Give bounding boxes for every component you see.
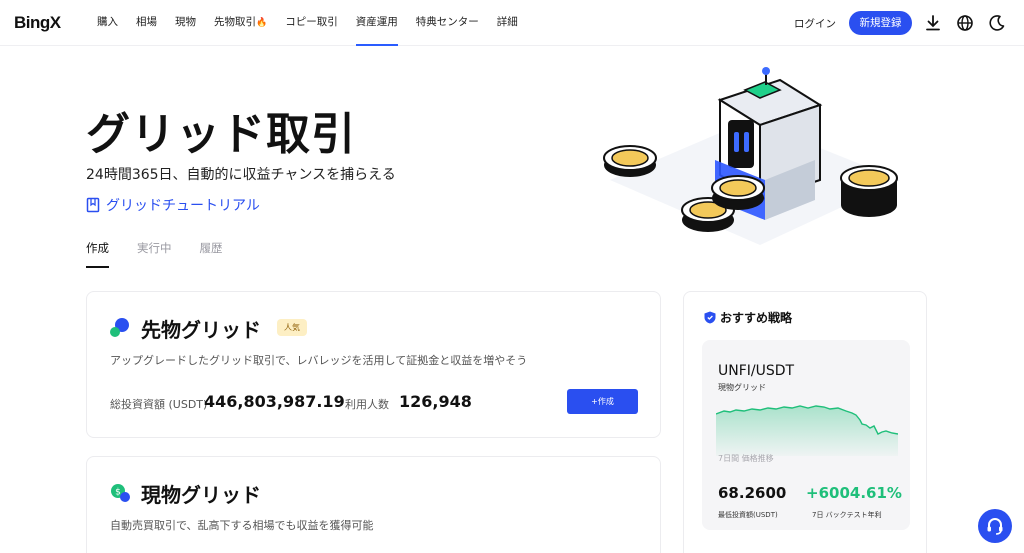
futures-grid-description: アップグレードしたグリッド取引で、レバレッジを活用して証拠金と収益を増やそう: [110, 354, 528, 367]
futures-grid-card[interactable]: 先物グリッド 人気 アップグレードしたグリッド取引で、レバレッジを活用して証拠金…: [86, 291, 661, 438]
page-subtitle: 24時間365日、自動的に収益チャンスを捕らえる: [86, 167, 396, 183]
users-value: 126,948: [399, 392, 472, 411]
users-label: 利用人数: [345, 398, 389, 411]
coin-stack-left: [603, 145, 657, 177]
strategy-type: 現物グリッド: [718, 383, 766, 392]
menu-item-futures-label: 先物取引: [214, 16, 256, 28]
menu-item-buy[interactable]: 購入: [97, 0, 118, 46]
trend-label: 7日間 価格推移: [718, 454, 774, 463]
menu-item-futures[interactable]: 先物取引🔥: [214, 0, 267, 46]
recommended-strategies-panel: おすすめ戦略 UNFI/USDT 現物グリッド 7日間 価格推移 68.2600…: [683, 291, 927, 553]
book-icon: [86, 197, 100, 213]
main-menu: 購入 相場 現物 先物取引🔥 コピー取引 資産運用 特典センター 詳細: [97, 0, 536, 46]
grid-robot-illustration: [603, 67, 900, 245]
spot-grid-description: 自動売買取引で、乱高下する相場でも収益を獲得可能: [110, 519, 374, 532]
spot-grid-title: 現物グリッド: [141, 483, 261, 507]
tab-running[interactable]: 実行中: [137, 240, 172, 268]
shield-icon: [704, 311, 716, 324]
tab-create[interactable]: 作成: [86, 240, 109, 268]
coin-stack-right: [840, 165, 898, 217]
tutorial-link[interactable]: グリッドチュートリアル: [86, 195, 260, 215]
signup-button[interactable]: 新規登録: [849, 11, 912, 35]
login-link[interactable]: ログイン: [794, 16, 836, 31]
globe-icon[interactable]: [955, 13, 975, 33]
svg-text:$: $: [115, 488, 121, 498]
total-investment-value: 446,803,987.19: [204, 392, 345, 411]
menu-item-more[interactable]: 詳細: [497, 0, 518, 46]
fire-icon: 🔥: [256, 18, 268, 28]
download-icon[interactable]: [923, 13, 943, 33]
page-title: グリッド取引: [86, 109, 356, 160]
top-nav: BingX 購入 相場 現物 先物取引🔥 コピー取引 資産運用 特典センター 詳…: [0, 0, 1024, 46]
spot-grid-icon: $: [111, 484, 130, 502]
total-investment-label: 総投資資額 (USDT): [110, 398, 208, 411]
tutorial-link-label: グリッドチュートリアル: [106, 198, 260, 214]
apr-label: 7日 バックテスト年利: [812, 511, 882, 519]
price-sparkline: [716, 405, 898, 456]
tab-history[interactable]: 履歴: [200, 240, 223, 268]
futures-grid-icon: [110, 318, 129, 337]
strategy-card[interactable]: UNFI/USDT 現物グリッド 7日間 価格推移 68.2600 最低投資額(…: [702, 340, 910, 530]
apr-value: +6004.61%: [806, 484, 902, 502]
min-investment-value: 68.2600: [718, 484, 787, 502]
popular-badge: 人気: [277, 319, 307, 336]
grid-tabs: 作成 実行中 履歴: [86, 240, 251, 268]
support-chat-button[interactable]: [978, 509, 1012, 543]
headset-icon: [987, 518, 1003, 535]
menu-item-rewards[interactable]: 特典センター: [416, 0, 479, 46]
menu-item-market[interactable]: 相場: [136, 0, 157, 46]
moon-icon[interactable]: [987, 13, 1007, 33]
futures-grid-title: 先物グリッド: [141, 318, 261, 342]
recommended-heading-label: おすすめ戦略: [720, 311, 793, 325]
spot-grid-card[interactable]: $ 現物グリッド 自動売買取引で、乱高下する相場でも収益を獲得可能: [86, 456, 661, 553]
menu-item-copy-trading[interactable]: コピー取引: [285, 0, 338, 46]
create-futures-grid-button[interactable]: +作成: [567, 389, 638, 414]
min-investment-label: 最低投資額(USDT): [718, 511, 778, 519]
menu-item-spot[interactable]: 現物: [175, 0, 196, 46]
strategy-pair: UNFI/USDT: [718, 363, 795, 379]
recommended-heading: おすすめ戦略: [704, 309, 792, 326]
bingx-logo[interactable]: BingX: [14, 13, 61, 33]
menu-item-wealth[interactable]: 資産運用: [355, 0, 398, 46]
